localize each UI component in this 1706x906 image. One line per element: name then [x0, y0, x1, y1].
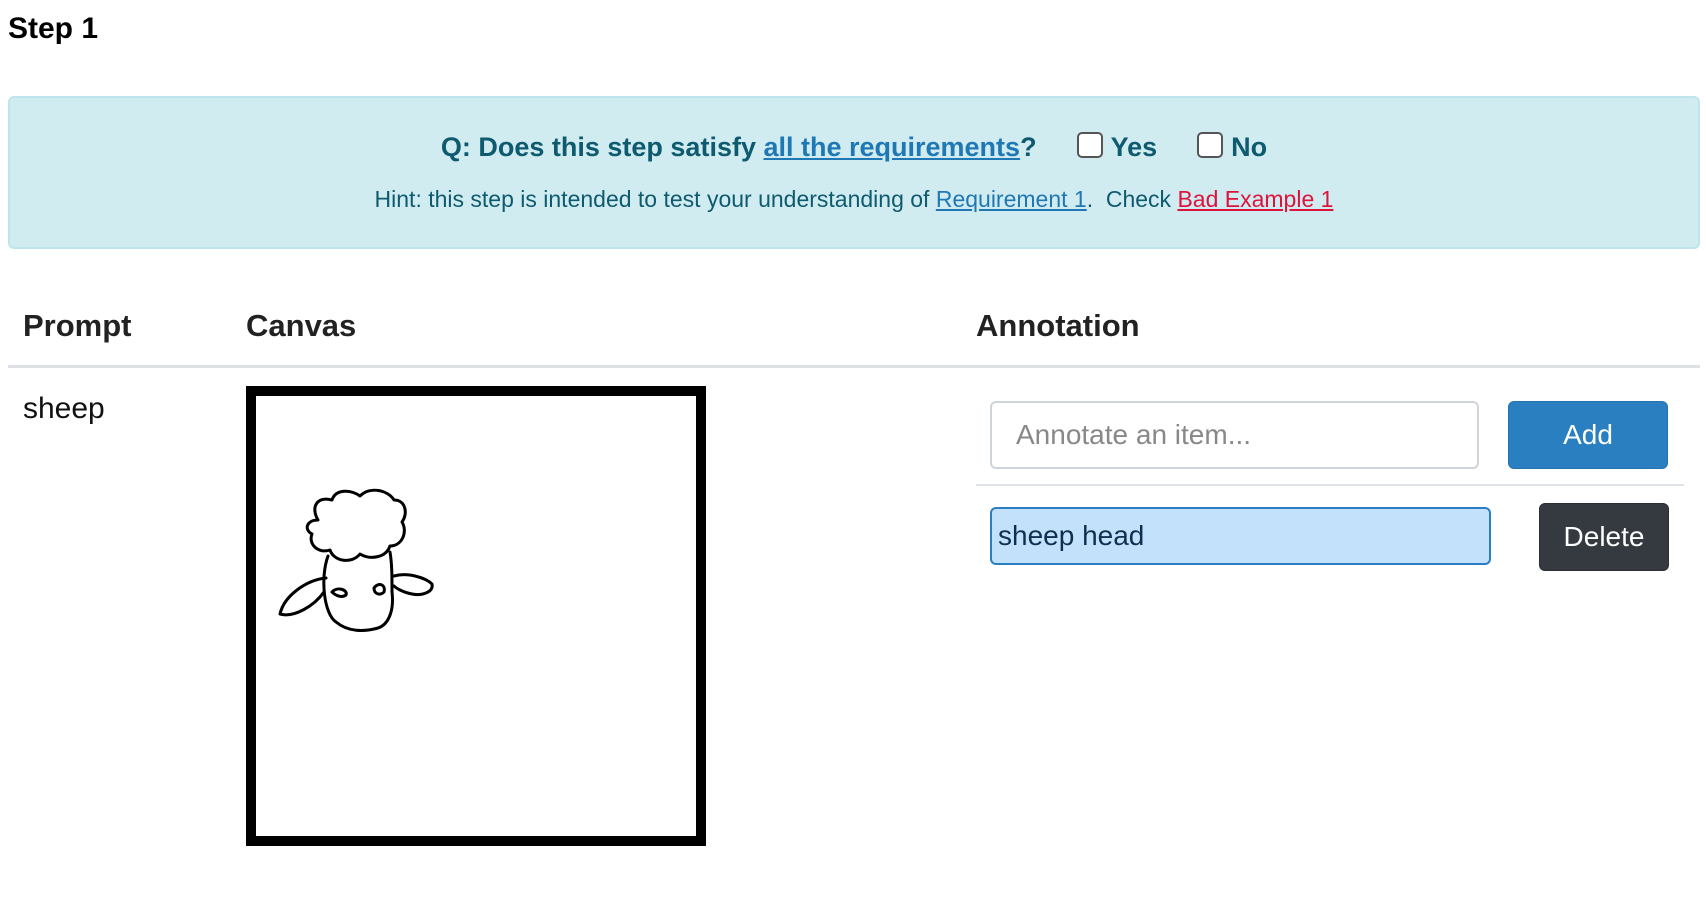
- requirements-question: Q: Does this step satisfy all the requir…: [10, 131, 1698, 163]
- yes-option[interactable]: Yes: [1076, 131, 1158, 163]
- sheep-wool: [305, 488, 407, 562]
- hint-text: Hint: this step is intended to test your…: [10, 186, 1698, 213]
- question-suffix: ?: [1020, 132, 1037, 162]
- sheep-left-eye: [330, 587, 348, 598]
- question-alert: Q: Does this step satisfy all the requir…: [8, 96, 1700, 249]
- annotation-input[interactable]: [990, 401, 1479, 469]
- no-option[interactable]: No: [1197, 131, 1268, 163]
- bad-example-1-link[interactable]: Bad Example 1: [1177, 186, 1333, 212]
- delete-button[interactable]: Delete: [1539, 503, 1669, 571]
- annotation-column-header: Annotation: [976, 308, 1140, 343]
- no-label: No: [1231, 132, 1268, 162]
- hint-middle: . Check: [1086, 186, 1178, 212]
- prompt-column-header: Prompt: [23, 308, 132, 343]
- annotation-item[interactable]: sheep head: [990, 507, 1491, 565]
- sheep-right-ear: [392, 573, 434, 596]
- hint-prefix: Hint: this step is intended to test your…: [374, 186, 936, 212]
- yes-checkbox[interactable]: [1076, 131, 1103, 158]
- drawing-canvas[interactable]: [246, 386, 706, 846]
- step-title: Step 1: [8, 12, 99, 45]
- requirement-1-link[interactable]: Requirement 1: [936, 186, 1087, 212]
- add-button[interactable]: Add: [1508, 401, 1668, 469]
- canvas-column-header: Canvas: [246, 308, 357, 343]
- no-checkbox[interactable]: [1197, 131, 1224, 158]
- all-requirements-link[interactable]: all the requirements: [763, 132, 1020, 163]
- annotation-divider: [976, 484, 1684, 486]
- yes-label: Yes: [1110, 132, 1158, 162]
- sheep-sketch: [278, 488, 434, 632]
- sheep-left-ear: [278, 576, 328, 617]
- prompt-text: sheep: [23, 392, 105, 425]
- sheep-right-eye: [372, 583, 386, 596]
- question-prefix: Q: Does this step satisfy: [440, 132, 764, 162]
- header-divider: [8, 365, 1700, 368]
